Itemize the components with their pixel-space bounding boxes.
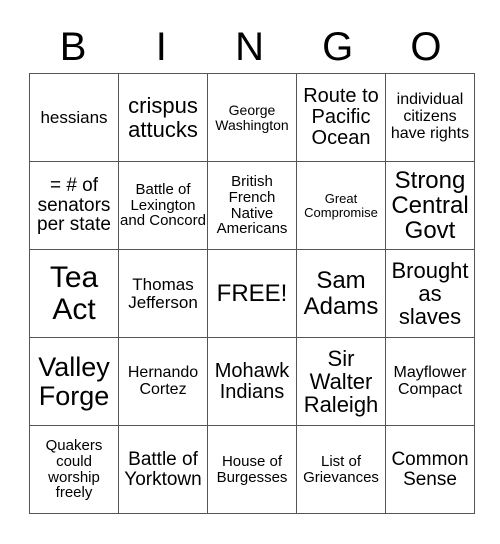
bingo-cell[interactable]: individual citizens have rights bbox=[385, 73, 475, 162]
bingo-card-grid: hessians crispus attucks George Washingt… bbox=[29, 73, 475, 514]
bingo-cell[interactable]: hessians bbox=[29, 73, 119, 162]
grid-row: Valley Forge Hernando Cortez Mohawk Indi… bbox=[29, 337, 475, 426]
grid-row: hessians crispus attucks George Washingt… bbox=[29, 73, 475, 162]
bingo-cell[interactable]: Battle of Yorktown bbox=[118, 425, 208, 514]
bingo-cell[interactable]: Great Compromise bbox=[296, 161, 386, 250]
bingo-cell[interactable]: George Washington bbox=[207, 73, 297, 162]
bingo-cell[interactable]: Valley Forge bbox=[29, 337, 119, 426]
bingo-cell[interactable]: Sam Adams bbox=[296, 249, 386, 338]
bingo-cell[interactable]: Common Sense bbox=[385, 425, 475, 514]
bingo-cell[interactable]: Route to Pacific Ocean bbox=[296, 73, 386, 162]
bingo-cell[interactable]: Mohawk Indians bbox=[207, 337, 297, 426]
bingo-cell[interactable]: Thomas Jefferson bbox=[118, 249, 208, 338]
bingo-cell[interactable]: = # of senators per state bbox=[29, 161, 119, 250]
header-letter-b: B bbox=[59, 25, 87, 69]
header-letter-g: G bbox=[322, 25, 354, 69]
bingo-cell[interactable]: Strong Central Govt bbox=[385, 161, 475, 250]
bingo-cell[interactable]: Quakers could worship freely bbox=[29, 425, 119, 514]
bingo-cell[interactable]: House of Burgesses bbox=[207, 425, 297, 514]
grid-row: = # of senators per state Battle of Lexi… bbox=[29, 161, 475, 250]
bingo-cell[interactable]: Brought as slaves bbox=[385, 249, 475, 338]
bingo-cell[interactable]: Mayflower Compact bbox=[385, 337, 475, 426]
bingo-header: B I N G O bbox=[29, 22, 470, 72]
header-letter-o: O bbox=[410, 25, 442, 69]
bingo-cell[interactable]: Hernando Cortez bbox=[118, 337, 208, 426]
grid-row: Quakers could worship freely Battle of Y… bbox=[29, 425, 475, 514]
bingo-cell[interactable]: Battle of Lexington and Concord bbox=[118, 161, 208, 250]
header-letter-n: N bbox=[235, 25, 264, 69]
grid-row: Tea Act Thomas Jefferson FREE! Sam Adams… bbox=[29, 249, 475, 338]
bingo-cell[interactable]: British French Native Americans bbox=[207, 161, 297, 250]
bingo-cell[interactable]: List of Grievances bbox=[296, 425, 386, 514]
header-letter-i: I bbox=[155, 25, 167, 69]
bingo-cell[interactable]: crispus attucks bbox=[118, 73, 208, 162]
bingo-cell[interactable]: Tea Act bbox=[29, 249, 119, 338]
bingo-cell[interactable]: Sir Walter Raleigh bbox=[296, 337, 386, 426]
free-space-cell[interactable]: FREE! bbox=[207, 249, 297, 338]
